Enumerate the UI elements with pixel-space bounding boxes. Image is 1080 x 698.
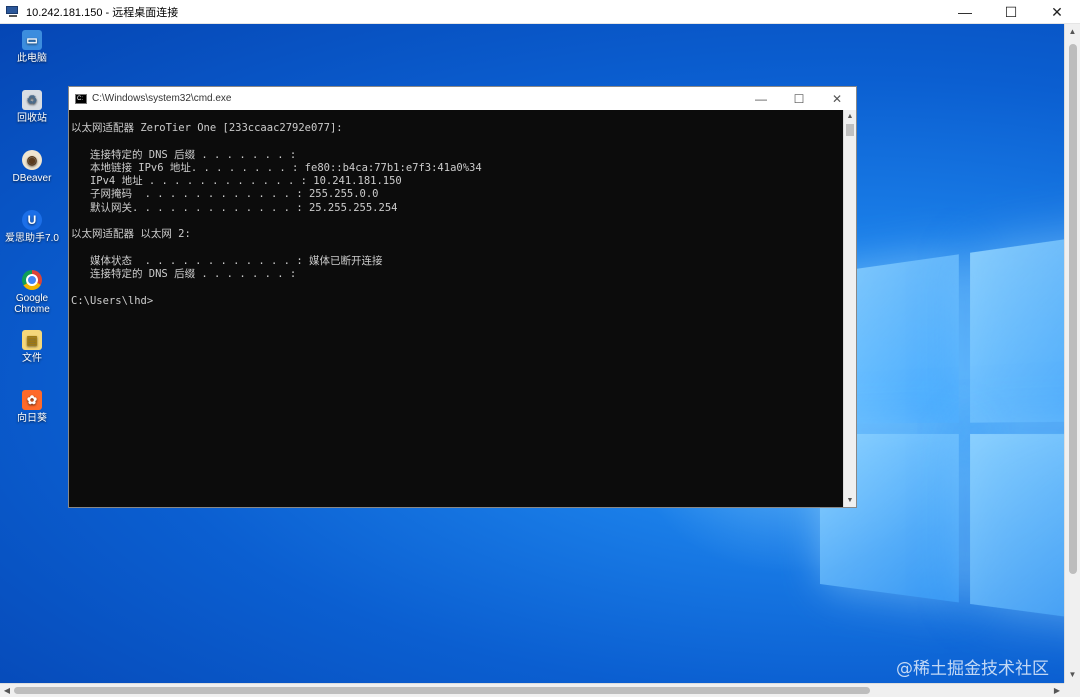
console-line: 以太网适配器 ZeroTier One [233ccaac2792e077]:: [71, 122, 843, 135]
recycle-bin-icon: ♻: [22, 90, 42, 110]
aisi-icon: U: [22, 210, 42, 230]
chrome-icon: [22, 270, 42, 290]
desktop-icon-label: 文件: [22, 353, 42, 364]
scroll-left-arrow-icon[interactable]: ◀: [0, 684, 14, 698]
rdp-vertical-scrollbar[interactable]: ▲ ▼: [1064, 24, 1080, 683]
console-line: ​: [71, 242, 843, 255]
computer-icon: ▭: [22, 30, 42, 50]
desktop-icon-label: DBeaver: [13, 173, 52, 184]
console-line: ​: [71, 282, 843, 295]
rdp-close-button[interactable]: ✕: [1034, 0, 1080, 24]
rdp-window-controls: — ☐ ✕: [942, 0, 1080, 24]
cmd-scroll-thumb[interactable]: [846, 124, 854, 136]
rdp-horizontal-scrollbar[interactable]: ◀ ▶: [0, 683, 1064, 697]
folder-icon: ▤: [22, 330, 42, 350]
console-line: 默认网关. . . . . . . . . . . . . : 25.255.2…: [71, 202, 843, 215]
console-prompt: C:\Users\lhd>: [71, 295, 843, 308]
scrollbar-corner: [1064, 683, 1080, 697]
rdp-window-title: 10.242.181.150 - 远程桌面连接: [26, 4, 178, 20]
console-line: 本地链接 IPv6 地址. . . . . . . . : fe80::b4ca…: [71, 162, 843, 175]
cmd-icon: C:: [75, 94, 87, 104]
scroll-down-arrow-icon[interactable]: ▼: [844, 494, 856, 507]
scroll-right-arrow-icon[interactable]: ▶: [1050, 684, 1064, 698]
desktop-icon-label: 向日葵: [17, 413, 47, 424]
rdp-minimize-button[interactable]: —: [942, 0, 988, 24]
console-line: 连接特定的 DNS 后缀 . . . . . . . :: [71, 268, 843, 281]
scroll-down-arrow-icon[interactable]: ▼: [1065, 667, 1080, 683]
desktop-icon-dbeaver[interactable]: ◉ DBeaver: [5, 150, 59, 184]
scroll-up-arrow-icon[interactable]: ▲: [844, 110, 856, 123]
desktop-icon-aisi[interactable]: U 爱思助手7.0: [5, 210, 59, 244]
rdp-horizontal-scroll-thumb[interactable]: [14, 687, 870, 694]
cmd-vertical-scrollbar[interactable]: ▲ ▼: [843, 110, 856, 507]
cmd-window-controls: — ☐ ✕: [742, 87, 856, 110]
desktop-icon-chrome[interactable]: Google Chrome: [5, 270, 59, 315]
desktop-icon-sunflower[interactable]: ✿ 向日葵: [5, 390, 59, 424]
remote-desktop-icon: [6, 5, 20, 19]
cmd-minimize-button[interactable]: —: [742, 87, 780, 110]
desktop-icon-label: 此电脑: [17, 53, 47, 64]
cmd-console-output[interactable]: 以太网适配器 ZeroTier One [233ccaac2792e077]:​…: [69, 110, 843, 507]
desktop-icon-this-pc[interactable]: ▭ 此电脑: [5, 30, 59, 64]
console-line: ​: [71, 135, 843, 148]
rdp-vertical-scroll-thumb[interactable]: [1069, 44, 1077, 574]
dbeaver-icon: ◉: [22, 150, 42, 170]
cmd-close-button[interactable]: ✕: [818, 87, 856, 110]
console-line: 连接特定的 DNS 后缀 . . . . . . . :: [71, 149, 843, 162]
desktop-icon-label: Google Chrome: [14, 293, 50, 315]
console-line: 媒体状态 . . . . . . . . . . . . : 媒体已断开连接: [71, 255, 843, 268]
console-line: 子网掩码 . . . . . . . . . . . . : 255.255.0…: [71, 188, 843, 201]
desktop-icon-files[interactable]: ▤ 文件: [5, 330, 59, 364]
desktop-icon-label: 爱思助手7.0: [5, 233, 59, 244]
desktop-icon-recycle-bin[interactable]: ♻ 回收站: [5, 90, 59, 124]
desktop-icon-label: 回收站: [17, 113, 47, 124]
scroll-up-arrow-icon[interactable]: ▲: [1065, 24, 1080, 40]
console-line: ​: [71, 215, 843, 228]
cmd-window[interactable]: C: C:\Windows\system32\cmd.exe — ☐ ✕ 以太网…: [68, 86, 857, 508]
rdp-maximize-button[interactable]: ☐: [988, 0, 1034, 24]
cmd-maximize-button[interactable]: ☐: [780, 87, 818, 110]
console-line: 以太网适配器 以太网 2:: [71, 228, 843, 241]
sunflower-icon: ✿: [22, 390, 42, 410]
watermark: @稀土掘金技术社区: [896, 654, 1049, 679]
cmd-window-title: C:\Windows\system32\cmd.exe: [92, 93, 232, 104]
rdp-titlebar[interactable]: 10.242.181.150 - 远程桌面连接 — ☐ ✕: [0, 0, 1080, 24]
cmd-titlebar[interactable]: C: C:\Windows\system32\cmd.exe — ☐ ✕: [69, 87, 856, 110]
console-line: IPv4 地址 . . . . . . . . . . . . : 10.241…: [71, 175, 843, 188]
